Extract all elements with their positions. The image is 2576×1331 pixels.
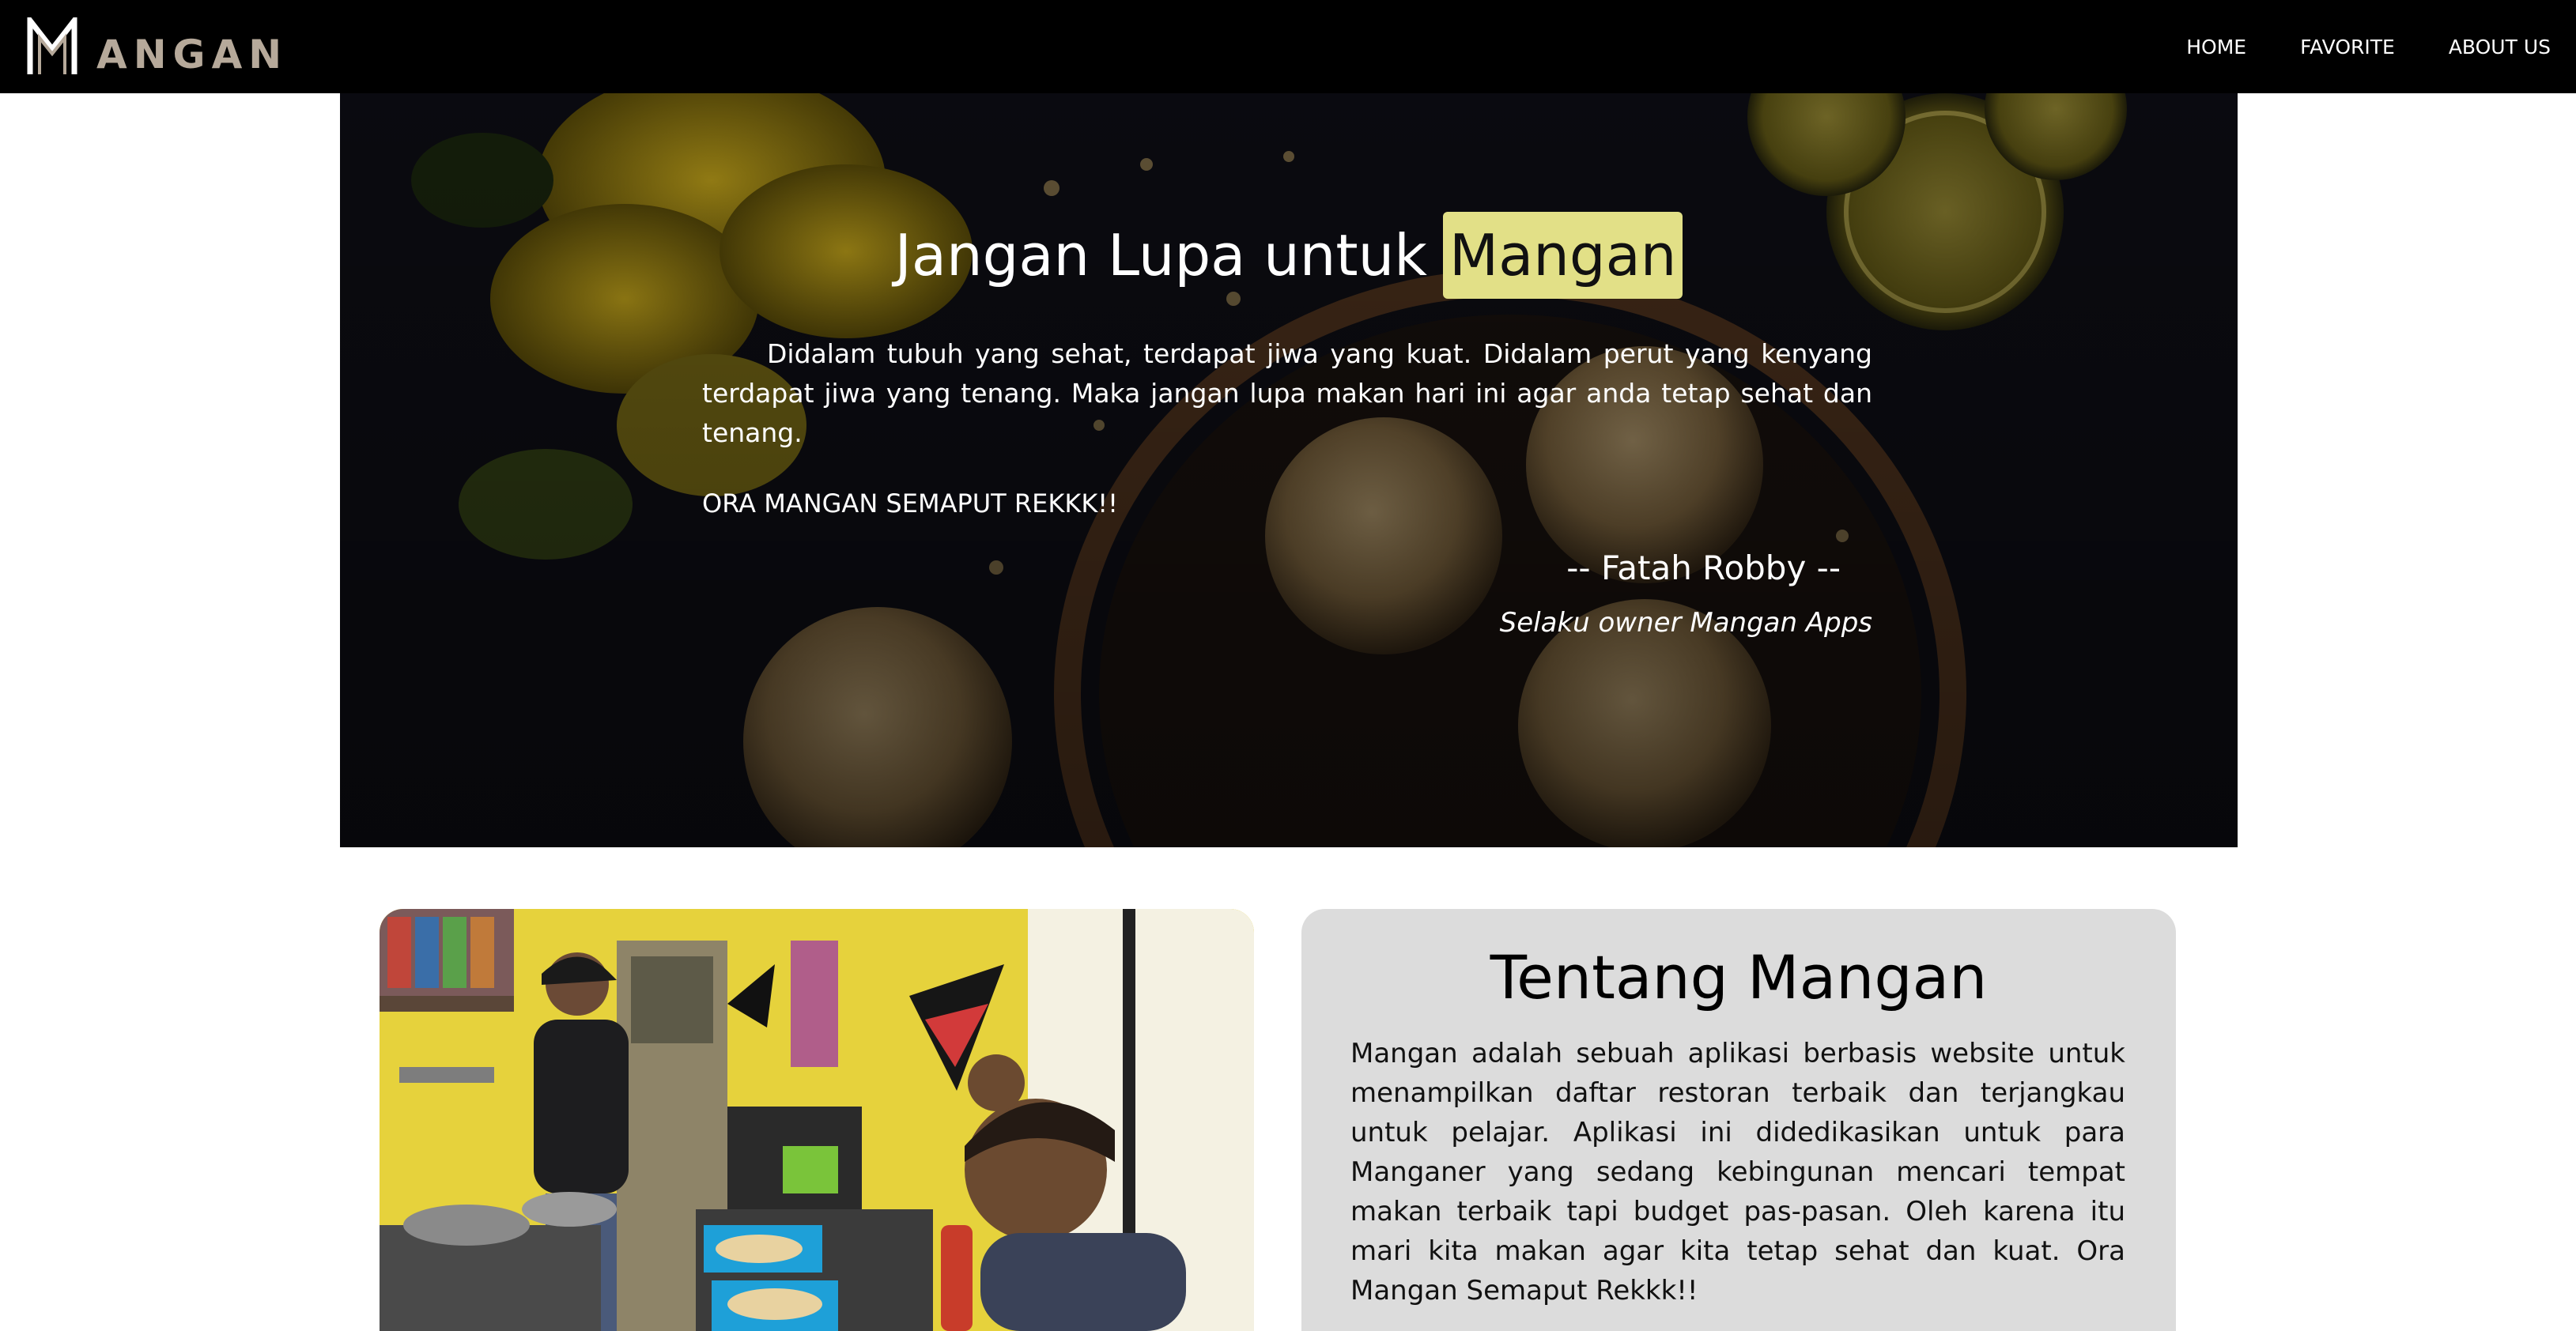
logo-m-icon — [27, 17, 77, 74]
restaurant-photo-illustration — [380, 909, 1254, 1331]
hero-section: Jangan Lupa untuk Mangan Didalam tubuh ya… — [340, 93, 2238, 847]
about-description: Mangan adalah sebuah aplikasi berbasis w… — [1350, 1038, 2125, 1306]
logo[interactable]: ANGAN — [25, 17, 288, 76]
hero-author-role: Selaku owner Mangan Apps — [1499, 607, 1872, 639]
hero-title-highlight: Mangan — [1443, 212, 1683, 299]
about-title: Tentang Mangan — [1490, 942, 1988, 1012]
navbar: ANGAN HOME FAVORITE ABOUT US — [0, 0, 2576, 93]
nav-link-favorite[interactable]: FAVORITE — [2300, 36, 2395, 58]
nav-menu: HOME FAVORITE ABOUT US — [2132, 0, 2551, 93]
hero-title: Jangan Lupa untuk Mangan — [340, 212, 2238, 299]
hero-title-prefix: Jangan Lupa untuk — [894, 222, 1427, 288]
logo-text: ANGAN — [96, 32, 289, 77]
about-restaurant-image — [380, 909, 1254, 1331]
hero-shout: ORA MANGAN SEMAPUT REKKK!! — [702, 488, 1118, 518]
nav-link-home[interactable]: HOME — [2186, 36, 2246, 58]
nav-link-about-us[interactable]: ABOUT US — [2449, 36, 2551, 58]
about-card: Tentang Mangan Mangan adalah sebuah apli… — [1301, 909, 2176, 1331]
hero-paragraph: Didalam tubuh yang sehat, terdapat jiwa … — [702, 338, 1872, 448]
hero-background-image — [340, 93, 2238, 847]
hero-author: -- Fatah Robby -- — [1566, 549, 1841, 587]
